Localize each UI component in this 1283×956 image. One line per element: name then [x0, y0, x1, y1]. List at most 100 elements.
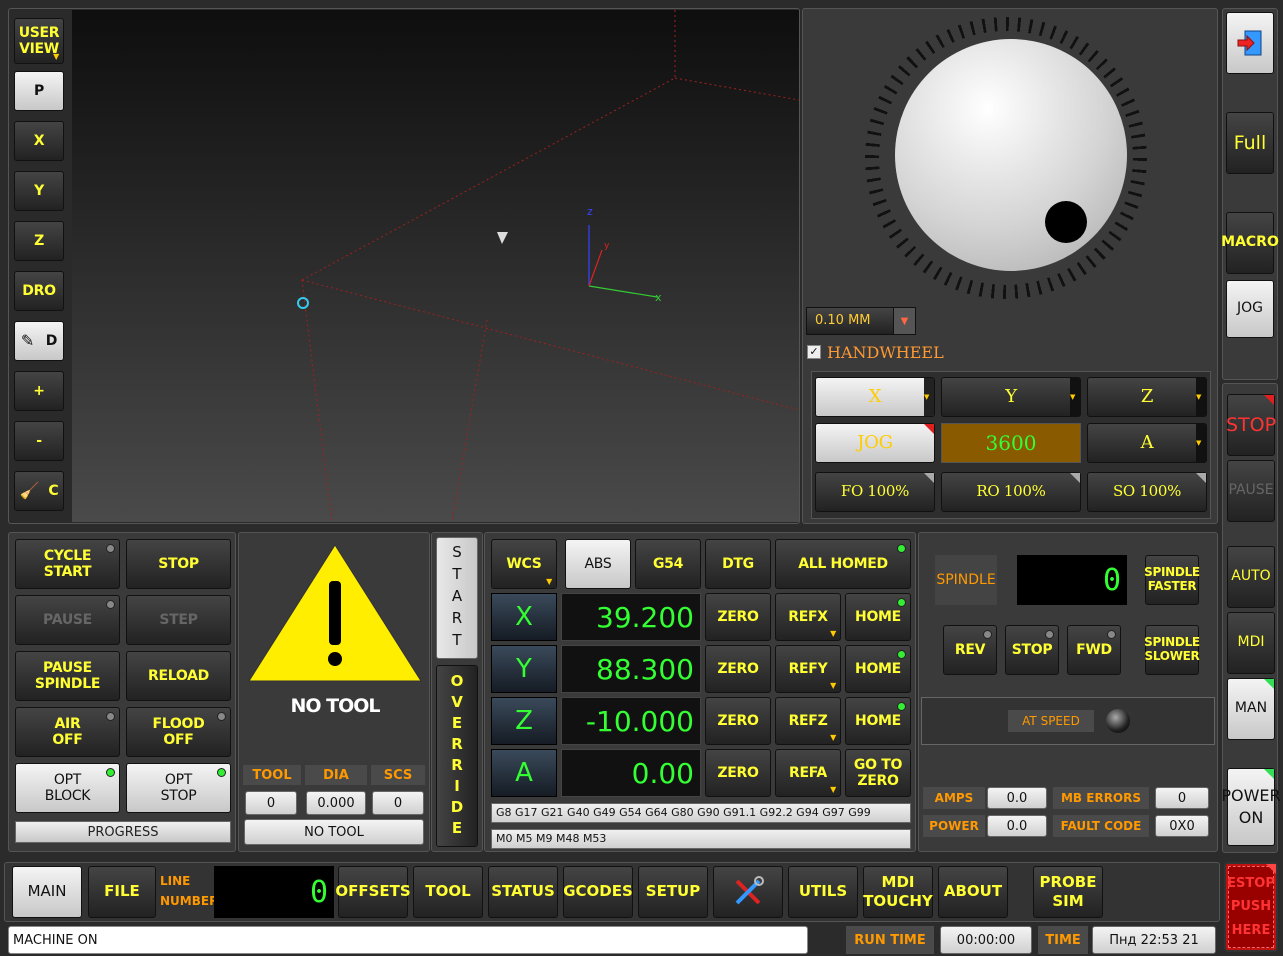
- tab-probe-sim[interactable]: PROBE SIM: [1033, 866, 1103, 918]
- start-button[interactable]: START: [436, 537, 478, 659]
- status-led: [106, 544, 115, 553]
- zero-a-button[interactable]: ZERO: [705, 749, 771, 797]
- opt-block-button[interactable]: OPT BLOCK: [15, 763, 120, 813]
- tab-tool[interactable]: TOOL: [413, 866, 483, 918]
- power-on-button[interactable]: POWER ON: [1221, 768, 1281, 846]
- ref-x-button[interactable]: REFX ▼: [775, 593, 841, 641]
- mdi-mode-button[interactable]: MDI: [1227, 612, 1275, 674]
- user-view-button[interactable]: USER VIEW ▼: [14, 18, 64, 64]
- jog-rate-field[interactable]: 3600: [941, 423, 1081, 463]
- spindle-fwd-button[interactable]: FWD: [1067, 625, 1121, 675]
- view-y-button[interactable]: Y: [14, 171, 64, 211]
- feed-override-button[interactable]: FO 100%: [815, 472, 935, 512]
- macro-button[interactable]: MACRO: [1221, 212, 1279, 274]
- view-z-button[interactable]: Z: [14, 221, 64, 261]
- tab-gcodes[interactable]: GCODES: [563, 866, 633, 918]
- opt-stop-button[interactable]: OPT STOP: [126, 763, 231, 813]
- jog-mode-button[interactable]: JOG: [815, 423, 935, 463]
- line-number-label: LINE NUMBER: [160, 874, 219, 908]
- chevron-down-icon: ▼: [830, 628, 836, 638]
- exit-icon: [1237, 30, 1262, 56]
- view-d-button[interactable]: ✎ D: [14, 321, 64, 361]
- axis-x-value[interactable]: 39.200: [561, 593, 701, 641]
- jog-axis-a-button[interactable]: A ▼: [1087, 423, 1207, 463]
- goto-zero-button[interactable]: GO TO ZERO: [845, 749, 911, 797]
- wcs-label: WCS: [506, 555, 542, 572]
- fullscreen-button[interactable]: Full: [1226, 112, 1274, 174]
- cycle-stop-button[interactable]: STOP: [126, 539, 231, 589]
- spindle-rev-button[interactable]: REV: [943, 625, 997, 675]
- jog-axis-x-label: X: [868, 385, 882, 407]
- zero-x-button[interactable]: ZERO: [705, 593, 771, 641]
- handwheel-dial[interactable]: [865, 17, 1147, 299]
- dtg-button[interactable]: DTG: [705, 539, 771, 589]
- handwheel-grip[interactable]: [1045, 201, 1087, 243]
- jog-axis-z-button[interactable]: Z ▼: [1087, 377, 1207, 417]
- reload-button[interactable]: RELOAD: [126, 651, 231, 701]
- tab-main[interactable]: MAIN: [12, 866, 82, 918]
- home-y-button[interactable]: HOME: [845, 645, 911, 693]
- pause-spindle-button[interactable]: PAUSE SPINDLE: [15, 651, 120, 701]
- spindle-override-button[interactable]: SO 100%: [1087, 472, 1207, 512]
- view-x-button[interactable]: X: [14, 121, 64, 161]
- spindle-slower-button[interactable]: SPINDLE SLOWER: [1144, 625, 1200, 675]
- zero-y-button[interactable]: ZERO: [705, 645, 771, 693]
- jog-tab-button[interactable]: JOG: [1226, 280, 1274, 338]
- exit-button[interactable]: [1226, 12, 1274, 74]
- g54-button[interactable]: G54: [635, 539, 701, 589]
- jog-axis-y-button[interactable]: Y ▼: [941, 377, 1081, 417]
- view-p-button[interactable]: P: [14, 71, 64, 111]
- rapid-override-button[interactable]: RO 100%: [941, 472, 1081, 512]
- tab-mdi-touchy[interactable]: MDI TOUCHY: [863, 866, 933, 918]
- tab-utils[interactable]: UTILS: [788, 866, 858, 918]
- chevron-down-icon: ▼: [924, 378, 934, 416]
- tab-offsets[interactable]: OFFSETS: [335, 866, 411, 918]
- axis-z-value[interactable]: -10.000: [561, 697, 701, 745]
- ref-y-button[interactable]: REFY ▼: [775, 645, 841, 693]
- estop-button[interactable]: ESTOP PUSH HERE: [1224, 862, 1278, 952]
- override-button[interactable]: OVERRIDE: [436, 665, 478, 847]
- flood-off-button[interactable]: FLOOD OFF: [126, 707, 231, 757]
- tab-about[interactable]: ABOUT: [938, 866, 1008, 918]
- cycle-pause-button[interactable]: PAUSE: [15, 595, 120, 645]
- clear-plot-button[interactable]: 🧹 C: [14, 471, 64, 511]
- abs-label: ABS: [584, 555, 612, 572]
- axis-a-value[interactable]: 0.00: [561, 749, 701, 797]
- zoom-out-button[interactable]: -: [14, 421, 64, 461]
- zoom-in-button[interactable]: +: [14, 371, 64, 411]
- stop-button[interactable]: STOP: [1225, 394, 1277, 456]
- progress-label: PROGRESS: [87, 824, 159, 840]
- spindle-stop-button[interactable]: STOP: [1005, 625, 1059, 675]
- 3d-canvas[interactable]: z x y: [72, 10, 800, 523]
- jog-increment-select[interactable]: 0.10 MM ▼: [806, 307, 916, 335]
- tab-tools-icon[interactable]: [713, 866, 783, 918]
- axis-y-value[interactable]: 88.300: [561, 645, 701, 693]
- handwheel-knob[interactable]: [895, 39, 1127, 271]
- home-x-button[interactable]: HOME: [845, 593, 911, 641]
- right-sidebar-bottom: STOP PAUSE AUTO MDI MAN POWER ON: [1221, 383, 1281, 853]
- jog-axis-grid: X ▼ Y ▼ Z ▼ JOG 3600 A ▼ FO 100% RO 100%: [811, 371, 1211, 519]
- tab-file[interactable]: FILE: [88, 866, 156, 918]
- spindle-faster-button[interactable]: SPINDLE FASTER: [1144, 555, 1200, 605]
- ref-z-button[interactable]: REFZ ▼: [775, 697, 841, 745]
- air-off-button[interactable]: AIR OFF: [15, 707, 120, 757]
- handwheel-checkbox[interactable]: ✓: [807, 345, 821, 359]
- home-z-button[interactable]: HOME: [845, 697, 911, 745]
- jog-axis-x-button[interactable]: X ▼: [815, 377, 935, 417]
- scs-header: SCS: [371, 765, 425, 785]
- all-homed-button[interactable]: ALL HOMED: [775, 539, 911, 589]
- cycle-start-button[interactable]: CYCLE START: [15, 539, 120, 589]
- ref-a-button[interactable]: REFA ▼: [775, 749, 841, 797]
- abs-button[interactable]: ABS: [565, 539, 631, 589]
- tab-status[interactable]: STATUS: [488, 866, 558, 918]
- cycle-step-button[interactable]: STEP: [126, 595, 231, 645]
- manual-mode-button[interactable]: MAN: [1227, 678, 1275, 740]
- stop-label: STOP: [1225, 413, 1277, 436]
- tab-setup[interactable]: SETUP: [638, 866, 708, 918]
- pause-button[interactable]: PAUSE: [1227, 460, 1275, 522]
- auto-mode-button[interactable]: AUTO: [1227, 546, 1275, 608]
- line-number-display: 0: [214, 866, 334, 918]
- view-dro-button[interactable]: DRO: [14, 271, 64, 311]
- wcs-button[interactable]: WCS ▼: [491, 539, 557, 589]
- zero-z-button[interactable]: ZERO: [705, 697, 771, 745]
